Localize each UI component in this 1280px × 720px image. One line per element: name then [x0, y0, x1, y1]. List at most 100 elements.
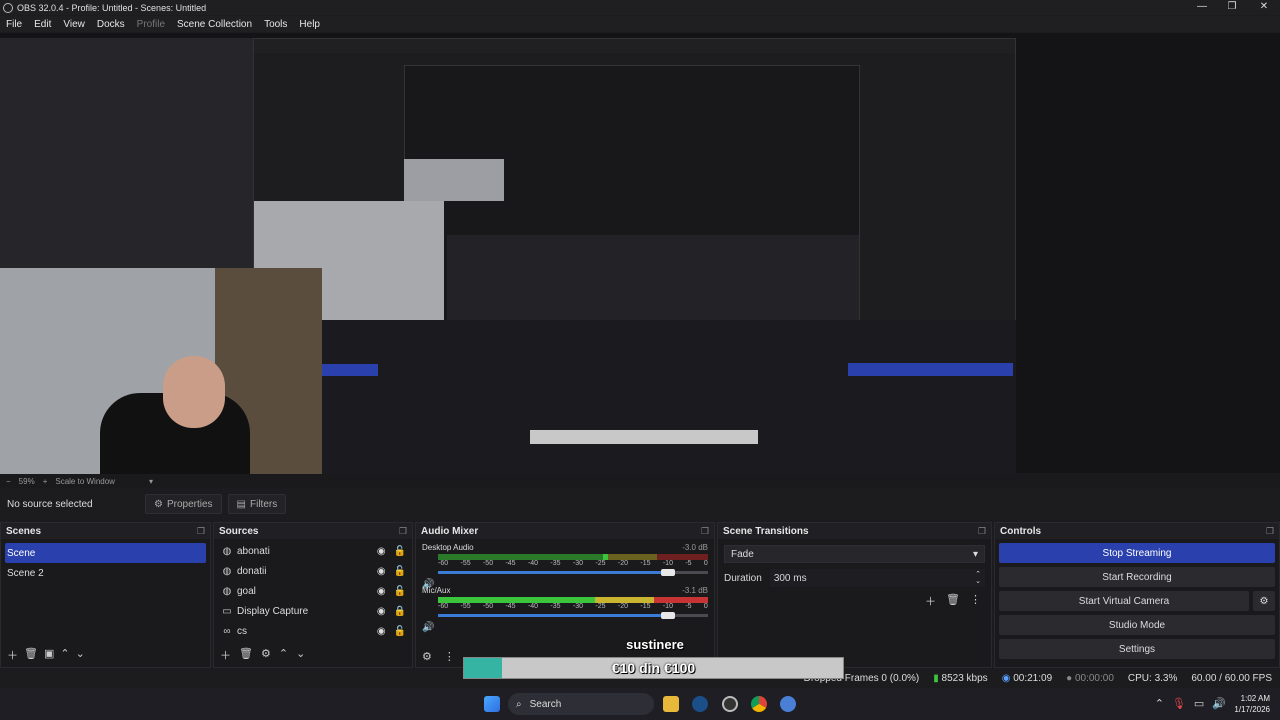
filter-icon: ▤ [236, 498, 246, 510]
dock-float-icon[interactable]: ❐ [1266, 526, 1274, 537]
lock-icon[interactable]: 🔒 [394, 606, 406, 617]
maximize-button[interactable]: ❐ [1216, 0, 1248, 15]
volume-slider[interactable] [438, 569, 708, 576]
search-label: Search [529, 698, 562, 710]
source-item-donatii[interactable]: ◍ donatii ◉ 🔓 [214, 561, 412, 581]
nested-goal-bar [530, 430, 758, 444]
menu-view[interactable]: View [57, 19, 91, 30]
dock-float-icon[interactable]: ❐ [978, 526, 986, 537]
source-settings-icon[interactable]: ⚙ [261, 647, 271, 663]
taskbar-search[interactable]: ⌕ Search [508, 693, 654, 715]
menu-help[interactable]: Help [293, 19, 326, 30]
menu-file[interactable]: File [0, 19, 28, 30]
chevron-up-icon[interactable]: ⌃ [1155, 697, 1164, 710]
eye-icon[interactable]: ◉ [377, 626, 386, 637]
scene-item-scene-2[interactable]: Scene 2 [1, 563, 210, 583]
volume-knob[interactable] [660, 612, 675, 619]
start-virtual-camera-button[interactable]: Start Virtual Camera [999, 591, 1249, 611]
zoom-out-button[interactable]: − [6, 477, 11, 486]
menu-bar: File Edit View Docks Profile Scene Colle… [0, 16, 1280, 32]
goal-title: sustinere [626, 637, 684, 652]
duration-label: Duration [724, 572, 762, 584]
windows-start-icon[interactable] [484, 696, 500, 712]
unlock-icon[interactable]: 🔓 [394, 566, 406, 577]
source-item-goal[interactable]: ◍ goal ◉ 🔓 [214, 581, 412, 601]
properties-button[interactable]: ⚙ Properties [145, 494, 222, 514]
advanced-audio-icon[interactable]: ⚙ [422, 650, 432, 663]
move-down-icon[interactable]: ⌄ [76, 647, 85, 663]
zoom-mode[interactable]: Scale to Window [55, 477, 115, 486]
menu-scene-collection[interactable]: Scene Collection [171, 19, 258, 30]
add-transition-icon[interactable]: ＋ [925, 593, 936, 609]
stop-streaming-button[interactable]: Stop Streaming [999, 543, 1275, 563]
source-item-abonati[interactable]: ◍ abonati ◉ 🔓 [214, 541, 412, 561]
move-up-icon[interactable]: ⌃ [279, 647, 288, 663]
volume-icon[interactable]: 🔊 [1212, 697, 1226, 710]
source-item-display-capture[interactable]: ▭ Display Capture ◉ 🔒 [214, 601, 412, 621]
preview-canvas[interactable] [0, 38, 1016, 474]
spin-icon[interactable]: ⌃ ⌄ [975, 571, 981, 585]
move-up-icon[interactable]: ⌃ [60, 647, 69, 663]
stream-time: ◉ 00:21:09 [1002, 673, 1052, 684]
channel-name: Desktop Audio [422, 543, 474, 552]
transition-select[interactable]: Fade ▾ [724, 545, 985, 563]
eye-icon[interactable]: ◉ [377, 606, 386, 617]
studio-mode-button[interactable]: Studio Mode [999, 615, 1275, 635]
mixer-menu-icon[interactable]: ⋮ [444, 650, 455, 663]
eye-icon[interactable]: ◉ [377, 586, 386, 597]
virtual-camera-settings-icon[interactable]: ⚙ [1253, 591, 1275, 611]
transition-menu-icon[interactable]: ⋮ [970, 593, 981, 609]
move-down-icon[interactable]: ⌄ [296, 647, 305, 663]
menu-edit[interactable]: Edit [28, 19, 57, 30]
menu-tools[interactable]: Tools [258, 19, 293, 30]
search-icon: ⌕ [516, 698, 522, 710]
transition-value: Fade [731, 548, 754, 560]
settings-button[interactable]: Settings [999, 639, 1275, 659]
mixer-channel-mic: Mic/Aux -3.1 dB -60 -55 -50 -45 -40 -35 -30 -25-… [416, 582, 714, 633]
add-scene-icon[interactable]: ＋ [7, 647, 18, 663]
clock[interactable]: 1:02 AM 1/17/2026 [1234, 693, 1270, 715]
add-source-icon[interactable]: ＋ [220, 647, 231, 663]
volume-knob[interactable] [660, 569, 675, 576]
source-label: abonati [237, 545, 270, 557]
volume-slider[interactable] [438, 612, 708, 619]
clock-time: 1:02 AM [1240, 694, 1270, 703]
remove-scene-icon[interactable]: 🗑 [24, 647, 38, 663]
file-explorer-icon[interactable] [663, 696, 679, 712]
chevron-down-icon: ▾ [972, 548, 978, 560]
remove-source-icon[interactable]: 🗑 [239, 647, 253, 663]
zoom-in-button[interactable]: + [43, 477, 48, 486]
dock-float-icon[interactable]: ❐ [399, 526, 407, 537]
filters-button[interactable]: ▤ Filters [227, 494, 287, 514]
menu-docks[interactable]: Docks [91, 19, 131, 30]
speaker-icon[interactable]: 🔊 [422, 622, 434, 633]
webcam-face [163, 356, 225, 428]
scene-filters-icon[interactable]: ▣ [44, 647, 54, 663]
bitrate: ▮ 8523 kbps [933, 673, 987, 684]
unlock-icon[interactable]: 🔓 [394, 626, 406, 637]
close-button[interactable]: ✕ [1248, 0, 1280, 15]
bitrate-value: 8523 kbps [941, 672, 988, 684]
broadcast-icon: ◉ [1001, 672, 1011, 684]
properties-bar: No source selected ⚙ Properties ▤ Filters [0, 492, 1280, 516]
eye-icon[interactable]: ◉ [377, 546, 386, 557]
duration-input[interactable]: 300 ms ⌃ ⌄ [769, 569, 985, 587]
unlock-icon[interactable]: 🔓 [394, 546, 406, 557]
steam-icon[interactable] [692, 696, 708, 712]
scene-item-scene[interactable]: Scene [5, 543, 206, 563]
eye-icon[interactable]: ◉ [377, 566, 386, 577]
start-recording-button[interactable]: Start Recording [999, 567, 1275, 587]
obs-taskbar-icon[interactable] [722, 696, 738, 712]
microphone-icon[interactable]: 🎙 [1172, 697, 1186, 710]
remove-transition-icon[interactable]: 🗑 [946, 593, 960, 609]
menu-profile[interactable]: Profile [131, 19, 171, 30]
source-item-cs[interactable]: ∞ cs ◉ 🔓 [214, 621, 412, 641]
dock-float-icon[interactable]: ❐ [197, 526, 205, 537]
dock-float-icon[interactable]: ❐ [701, 526, 709, 537]
chevron-down-icon[interactable]: ▾ [149, 477, 153, 486]
network-icon[interactable]: ▭ [1194, 697, 1204, 710]
minimize-button[interactable]: — [1186, 0, 1218, 15]
unlock-icon[interactable]: 🔓 [394, 586, 406, 597]
app-icon[interactable] [780, 696, 796, 712]
chrome-icon[interactable] [751, 696, 767, 712]
